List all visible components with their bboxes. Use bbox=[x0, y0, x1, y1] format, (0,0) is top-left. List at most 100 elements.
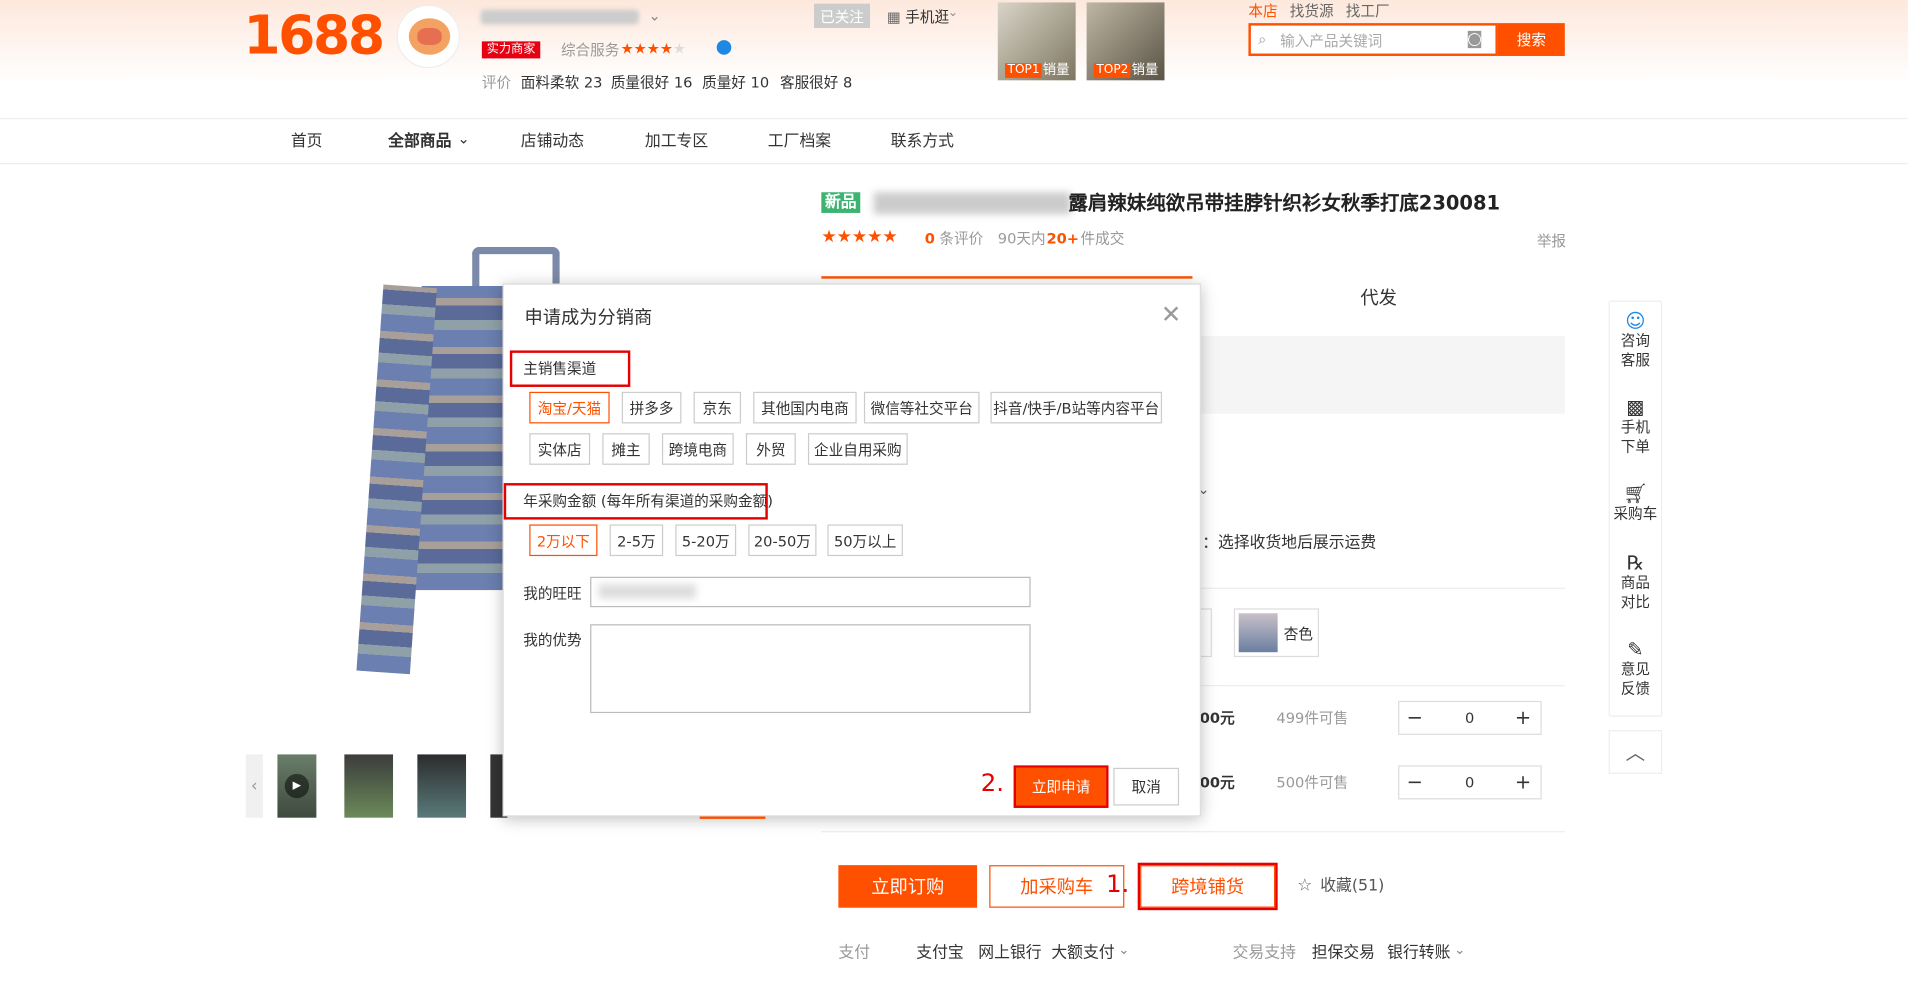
grid-icon: ▦ bbox=[887, 8, 901, 26]
rating-stars: ★★★★★ bbox=[620, 40, 687, 58]
chevron-down-icon: ⌄ bbox=[947, 6, 959, 20]
tab-daifa[interactable]: 代发 bbox=[1360, 289, 1397, 308]
play-icon[interactable]: ▶ bbox=[284, 773, 310, 799]
channel-option[interactable]: 实体店 bbox=[529, 433, 591, 465]
channel-option[interactable]: 摊主 bbox=[602, 433, 650, 465]
channel-option[interactable]: 其他国内电商 bbox=[753, 391, 857, 424]
minus-icon[interactable]: − bbox=[1407, 708, 1423, 727]
shop-name-blurred[interactable] bbox=[480, 9, 639, 25]
minus-icon[interactable]: − bbox=[1407, 772, 1423, 792]
amount-label: 年采购金额 (每年所有渠道的采购金额) bbox=[523, 492, 773, 510]
chevron-down-icon[interactable]: ⌄ bbox=[1118, 943, 1129, 956]
divider bbox=[821, 831, 1565, 833]
advantage-textarea[interactable] bbox=[590, 624, 1031, 714]
nav-contact[interactable]: 联系方式 bbox=[891, 134, 954, 150]
favorite-button[interactable]: 收藏(51) bbox=[1320, 879, 1384, 895]
amount-option[interactable]: 5-20万 bbox=[675, 524, 737, 557]
search-icon: ⌕ bbox=[1258, 30, 1267, 48]
chevron-down-icon: ⌄ bbox=[457, 130, 470, 148]
search-tab-shop[interactable]: 本店 bbox=[1248, 4, 1277, 19]
product-title: 露肩辣妹纯欲吊带挂脖针织衫女秋季打底230081 bbox=[1068, 191, 1501, 215]
logo[interactable]: 1688 bbox=[243, 9, 385, 64]
wangwang-input[interactable] bbox=[590, 576, 1031, 608]
channel-option[interactable]: 微信等社交平台 bbox=[863, 391, 980, 424]
pay-method[interactable]: 大额支付 bbox=[1051, 945, 1114, 961]
top2-tag: 销量 bbox=[1131, 62, 1159, 78]
channel-option[interactable]: 外贸 bbox=[745, 433, 796, 465]
camera-icon[interactable]: ◙ bbox=[1466, 30, 1483, 47]
consult-service[interactable]: ☺ 咨询 客服 bbox=[1609, 309, 1663, 370]
mobile-order[interactable]: ▩ 手机 下单 bbox=[1609, 395, 1663, 456]
advantage-label: 我的优势 bbox=[523, 631, 582, 649]
nav-all-products[interactable]: 全部商品 bbox=[388, 134, 451, 150]
amount-option[interactable]: 50万以上 bbox=[827, 524, 903, 557]
channel-option-selected[interactable]: 淘宝/天猫 bbox=[529, 391, 610, 424]
product-thumbnail[interactable] bbox=[344, 754, 394, 818]
add-cart-button[interactable]: 加采购车 bbox=[989, 865, 1125, 908]
close-icon[interactable]: ✕ bbox=[1161, 302, 1181, 326]
dialog-title: 申请成为分销商 bbox=[524, 306, 653, 329]
color-option-prev[interactable] bbox=[1199, 608, 1212, 658]
search-tab-factory[interactable]: 找工厂 bbox=[1346, 4, 1390, 19]
amount-option[interactable]: 20-50万 bbox=[748, 524, 817, 557]
step1-annotation: 1. bbox=[1106, 868, 1130, 898]
pay-method: 支付宝 bbox=[916, 944, 964, 963]
buy-now-button[interactable]: 立即订购 bbox=[838, 865, 978, 908]
feedback[interactable]: ✎ 意见 反馈 bbox=[1609, 639, 1663, 698]
mobile-button[interactable]: 手机逛 bbox=[905, 10, 949, 25]
nav-home[interactable]: 首页 bbox=[291, 134, 323, 150]
highlight-box bbox=[1137, 862, 1278, 911]
price-2: 00元 bbox=[1199, 773, 1235, 791]
amount-option[interactable]: 2-5万 bbox=[609, 524, 664, 557]
distributor-dialog: 申请成为分销商 ✕ 主销售渠道 淘宝/天猫 拼多多 京东 其他国内电商 微信等社… bbox=[502, 283, 1201, 817]
shipping-text: ：选择收货地后展示运费 bbox=[1202, 534, 1377, 553]
chevron-down-icon[interactable]: ⌄ bbox=[649, 9, 661, 24]
star-icon[interactable]: ☆ bbox=[1297, 877, 1312, 894]
qty-value[interactable]: 0 bbox=[1465, 775, 1474, 790]
follow-button[interactable]: 已关注 bbox=[814, 3, 871, 28]
product-thumbnail[interactable] bbox=[417, 754, 467, 818]
purchase-cart[interactable]: 🛒︎ 采购车 bbox=[1609, 484, 1663, 523]
chat-icon: ☺ bbox=[1625, 309, 1646, 333]
review-tag: 质量很好 16 bbox=[610, 74, 693, 92]
review-count: 0 bbox=[924, 229, 935, 248]
product-compare[interactable]: ℞ 商品 对比 bbox=[1609, 551, 1663, 612]
channel-option[interactable]: 企业自用采购 bbox=[807, 433, 908, 465]
shop-avatar[interactable] bbox=[396, 4, 460, 69]
tab-active-underline bbox=[821, 276, 1193, 279]
sales-suffix: 件成交 bbox=[1080, 229, 1125, 248]
step2-annotation: 2. bbox=[980, 767, 1004, 798]
review-tag: 质量好 10 bbox=[702, 74, 770, 92]
trade-method[interactable]: 银行转账 bbox=[1387, 945, 1450, 961]
channel-option[interactable]: 京东 bbox=[693, 391, 742, 424]
stock-1: 499件可售 bbox=[1276, 709, 1349, 727]
price-panel bbox=[1199, 335, 1565, 414]
compare-icon: ℞ bbox=[1626, 551, 1645, 575]
sales-count: 20+ bbox=[1046, 229, 1080, 248]
search-tab-source[interactable]: 找货源 bbox=[1290, 4, 1334, 19]
qty-value[interactable]: 0 bbox=[1465, 711, 1474, 726]
seller-badge: 实力商家 bbox=[481, 41, 541, 59]
search-button[interactable]: 搜索 bbox=[1497, 23, 1565, 56]
review-tag: 面料柔软 23 bbox=[520, 74, 603, 92]
channel-option[interactable]: 抖音/快手/B站等内容平台 bbox=[990, 391, 1163, 424]
review-suffix: 条评价 bbox=[939, 229, 984, 248]
plus-icon[interactable]: + bbox=[1515, 772, 1531, 792]
back-to-top-button[interactable]: ︿ bbox=[1608, 730, 1663, 774]
chevron-down-icon[interactable]: ⌄ bbox=[1454, 943, 1465, 956]
nav-processing[interactable]: 加工专区 bbox=[645, 134, 708, 150]
qr-icon: ▩ bbox=[1626, 395, 1645, 419]
nav-factory[interactable]: 工厂档案 bbox=[768, 134, 831, 150]
product-rating-stars: ★★★★★ bbox=[821, 227, 898, 248]
pay-label: 支付 bbox=[838, 944, 871, 963]
amount-option-selected[interactable]: 2万以下 bbox=[529, 524, 598, 557]
color-label: 杏色 bbox=[1283, 625, 1313, 643]
plus-icon[interactable]: + bbox=[1515, 708, 1531, 727]
nav-shop-news[interactable]: 店铺动态 bbox=[521, 134, 584, 150]
cancel-button[interactable]: 取消 bbox=[1113, 767, 1180, 806]
dialog-bottom-hint bbox=[699, 816, 766, 819]
thumb-prev-button[interactable]: ‹ bbox=[245, 754, 263, 818]
report-link[interactable]: 举报 bbox=[1537, 234, 1566, 249]
channel-option[interactable]: 拼多多 bbox=[621, 391, 682, 424]
channel-option[interactable]: 跨境电商 bbox=[661, 433, 734, 465]
